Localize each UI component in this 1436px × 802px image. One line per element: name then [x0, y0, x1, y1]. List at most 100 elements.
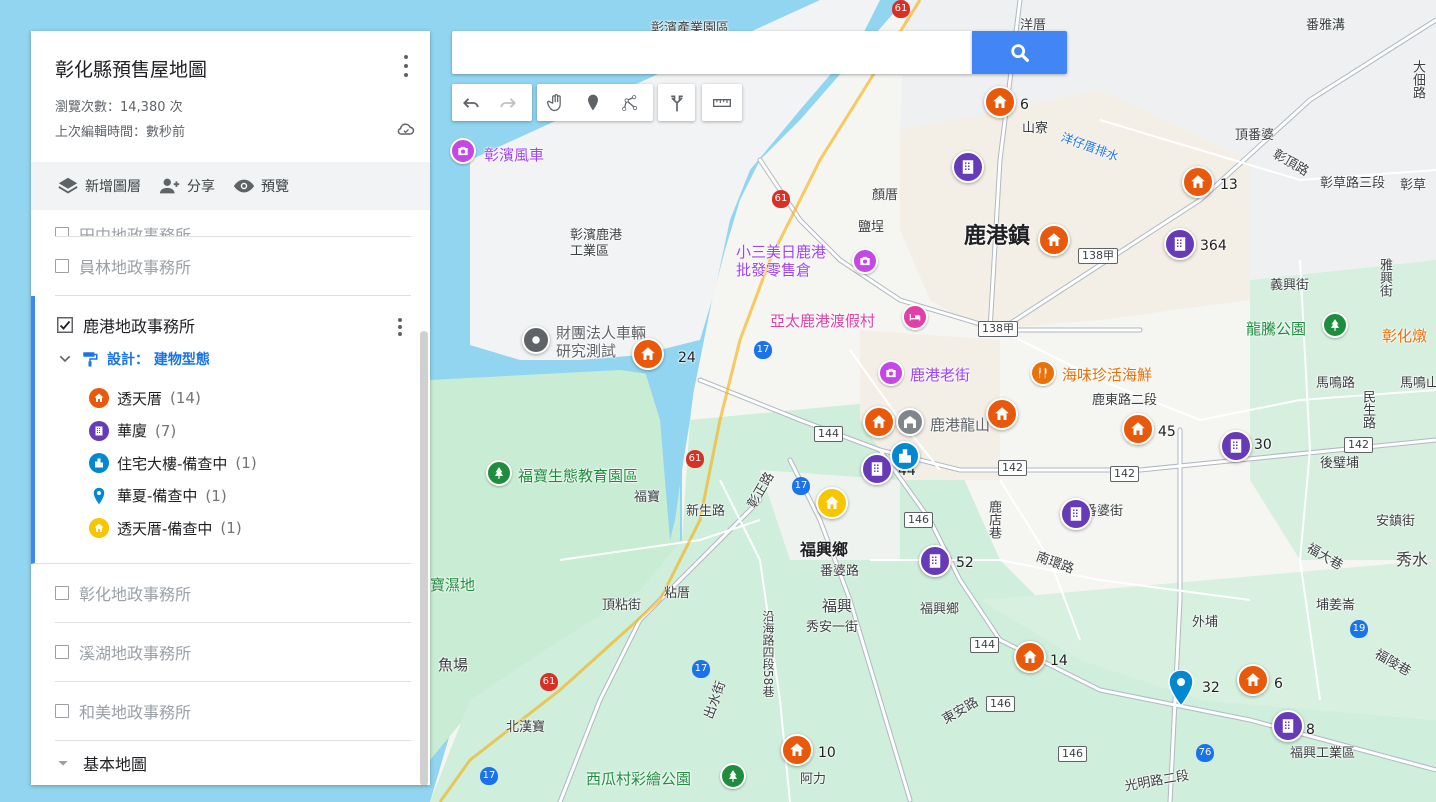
house-marker[interactable]	[986, 398, 1018, 430]
building-marker[interactable]	[1272, 710, 1304, 742]
redo-button[interactable]	[489, 84, 526, 121]
layer-checkbox[interactable]	[55, 704, 69, 718]
label-fuxing: 福興	[822, 597, 853, 615]
label-seafood: 海味珍活海鮮	[1062, 366, 1153, 384]
add-layer-label: 新增圖層	[85, 179, 141, 195]
search-input[interactable]	[452, 31, 972, 74]
tower-marker[interactable]	[890, 441, 920, 471]
route-146-shield: 146	[1058, 746, 1087, 762]
house-marker[interactable]	[1182, 166, 1214, 198]
label-shanzhai: 山寮	[1022, 121, 1049, 136]
style-setting[interactable]: 設計： 建物型態	[57, 348, 411, 370]
label-minsheng-road: 民生路	[1360, 390, 1375, 429]
camera-icon[interactable]	[878, 360, 904, 386]
last-edit-time: 上次編輯時間：數秒前	[55, 125, 186, 140]
label-ludian-lane: 鹿店巷	[986, 500, 1001, 539]
house-marker[interactable]	[781, 734, 813, 766]
temple-icon[interactable]	[896, 408, 924, 436]
chevron-down-icon[interactable]	[57, 351, 73, 367]
select-hand-button[interactable]	[537, 84, 574, 121]
search-button[interactable]	[972, 31, 1067, 74]
hotel-icon[interactable]	[902, 304, 928, 330]
building-marker[interactable]	[861, 453, 893, 485]
ruler-icon	[713, 98, 731, 107]
layer-changhua[interactable]: 彰化地政事務所	[55, 564, 411, 623]
layer-checkbox[interactable]	[55, 227, 69, 236]
camera-icon[interactable]	[450, 138, 476, 164]
label-dingnian-street: 頂粘街	[602, 598, 642, 613]
map-title[interactable]: 彰化縣預售屋地圖	[55, 55, 406, 82]
park-icon[interactable]	[1322, 312, 1348, 338]
add-layer-button[interactable]: 新增圖層	[57, 175, 141, 197]
marker-count: 14	[1050, 653, 1068, 669]
landmark-pin-icon[interactable]	[522, 326, 550, 354]
layer-options-icon[interactable]	[393, 316, 407, 338]
legend-item-house[interactable]: 透天厝 (14)	[89, 382, 411, 415]
house-marker[interactable]	[1038, 224, 1070, 256]
draw-line-button[interactable]	[611, 84, 648, 121]
camera-icon[interactable]	[852, 248, 878, 274]
layer-checkbox[interactable]	[55, 645, 69, 659]
house-marker[interactable]	[1237, 664, 1269, 696]
label-pujiang: 埔姜崙	[1316, 598, 1356, 613]
building-marker[interactable]	[1164, 228, 1196, 260]
route-19-shield: 19	[1350, 620, 1368, 638]
label-fuxing-town: 福興鄉	[800, 540, 849, 559]
legend-item-pin[interactable]: 華夏-備查中 (1)	[89, 480, 411, 513]
preview-button[interactable]: 預覽	[233, 175, 289, 197]
restaurant-icon[interactable]	[1030, 360, 1056, 386]
house-marker-pending[interactable]	[816, 487, 848, 519]
more-options-icon[interactable]	[396, 53, 416, 79]
building-marker[interactable]	[952, 151, 984, 183]
panel-scrollbar[interactable]	[420, 331, 428, 785]
label-yaxing-street: 雅興街	[1377, 258, 1392, 297]
legend-label: 住宅大樓-備查中	[117, 454, 228, 473]
add-person-icon	[159, 178, 180, 194]
layer-checkbox[interactable]	[55, 586, 69, 600]
measure-button[interactable]	[702, 84, 742, 121]
layer-checkbox[interactable]	[55, 259, 69, 273]
building-marker[interactable]	[1220, 430, 1252, 462]
layer-name: 田中地政事務所	[79, 226, 192, 237]
legend-count: (1)	[220, 519, 242, 538]
basemap-toggle[interactable]: 基本地圖	[55, 741, 417, 785]
layer-name: 員林地政事務所	[79, 258, 192, 277]
share-button[interactable]: 分享	[159, 175, 215, 197]
directions-button[interactable]	[658, 84, 695, 121]
redo-icon	[499, 97, 516, 108]
house-marker[interactable]	[1122, 413, 1154, 445]
layer-yuanlin[interactable]: 員林地政事務所	[55, 237, 411, 296]
layer-lukang[interactable]: 鹿港地政事務所 設計： 建物型態 透天厝 (14) 華廈 (7) 住宅大樓-備查…	[31, 296, 411, 564]
house-marker[interactable]	[1014, 641, 1046, 673]
pin-marker[interactable]	[1168, 670, 1194, 706]
add-marker-button[interactable]	[574, 84, 611, 121]
search-icon	[1010, 43, 1029, 62]
label-waipu: 外埔	[1192, 615, 1219, 630]
label-lukang-town: 鹿港鎮	[964, 224, 1031, 249]
chevron-down-icon[interactable]	[55, 755, 71, 771]
house-marker[interactable]	[632, 338, 664, 370]
marker-count: 13	[1220, 177, 1238, 193]
layer-tianzhong[interactable]: 田中地政事務所	[55, 210, 411, 237]
checkbox-checked-icon[interactable]	[57, 317, 73, 333]
label-wetland: 寶濕地	[430, 576, 476, 594]
house-marker[interactable]	[863, 406, 895, 438]
park-icon[interactable]	[486, 460, 512, 486]
building-marker[interactable]	[919, 545, 951, 577]
layer-xihu[interactable]: 溪湖地政事務所	[55, 623, 411, 682]
marker-count: 24	[678, 350, 696, 366]
house-marker[interactable]	[984, 86, 1016, 118]
building-marker[interactable]	[1060, 498, 1092, 530]
park-icon[interactable]	[720, 763, 746, 789]
layer-hemei[interactable]: 和美地政事務所	[55, 682, 411, 741]
label-lukang-old-street: 鹿港老街	[910, 366, 971, 384]
marker-count: 45	[1158, 424, 1176, 440]
label-yanhai-road: 沿海路四段58巷	[761, 610, 775, 698]
label-xiaosan: 小三美日鹿港 批發零售倉	[736, 243, 827, 279]
label-yixing-street: 義興街	[1270, 278, 1310, 293]
marker-count: 6	[1274, 676, 1283, 692]
legend-item-building[interactable]: 華廈 (7)	[89, 415, 411, 448]
legend-item-tower[interactable]: 住宅大樓-備查中 (1)	[89, 447, 411, 480]
undo-button[interactable]	[452, 84, 489, 121]
legend-item-house-pending[interactable]: 透天厝-備查中 (1)	[89, 512, 411, 545]
